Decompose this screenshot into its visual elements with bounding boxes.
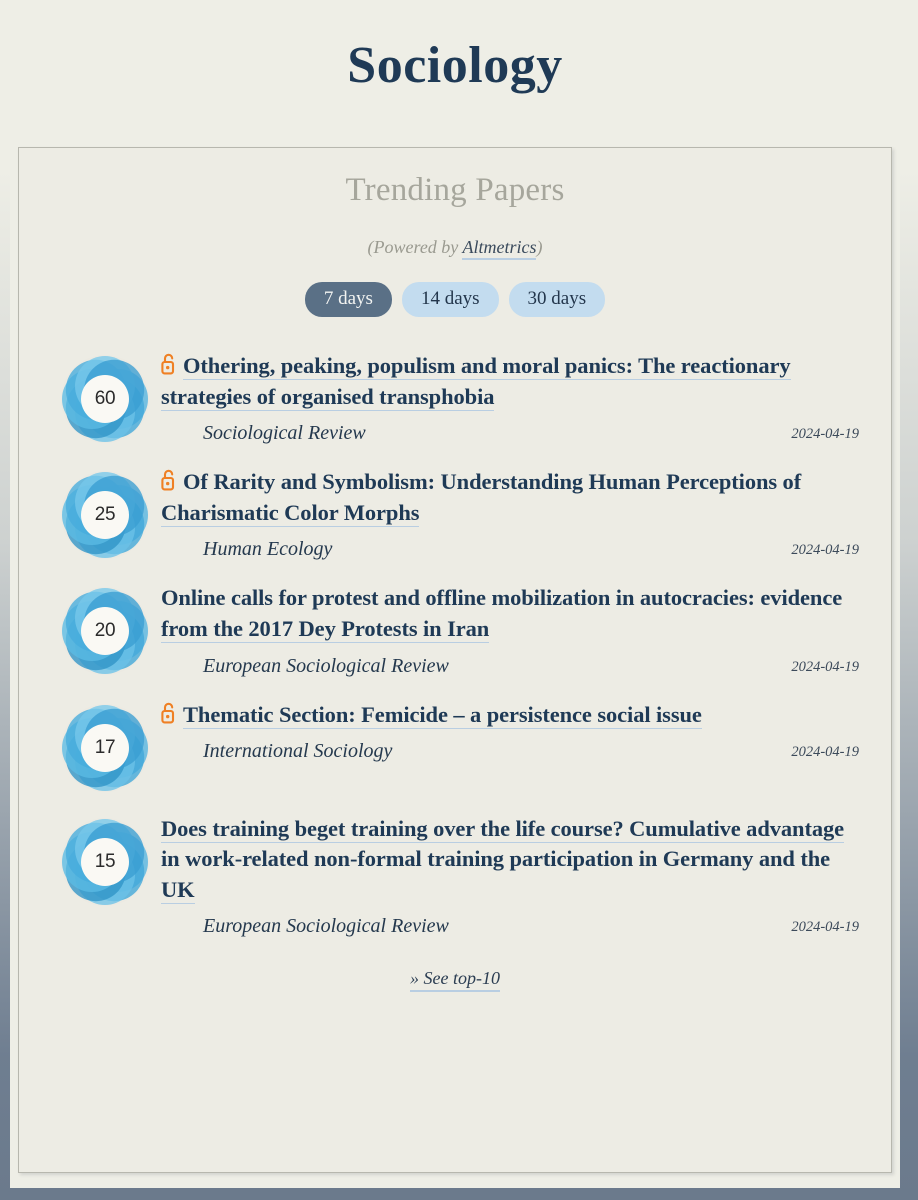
card-footer: » See top-10 (19, 968, 891, 993)
paper-row: 20 Online calls for protest and offline m… (49, 573, 869, 689)
paper-meta: European Sociological Review 2024-04-19 (161, 655, 865, 678)
altmetric-badge-wrapper: 17 (49, 700, 161, 792)
paper-title-link[interactable]: Online calls for protest and offline mob… (161, 585, 842, 643)
paper-meta: Sociological Review 2024-04-19 (161, 422, 865, 445)
altmetric-badge-wrapper: 25 (49, 467, 161, 560)
paper-content: Thematic Section: Femicide – a persisten… (161, 700, 869, 764)
altmetric-donut-badge[interactable]: 17 (61, 703, 149, 792)
paper-journal: European Sociological Review (203, 654, 449, 677)
open-lock-icon (161, 702, 175, 723)
paper-row: 15 Does training beget training over the … (49, 804, 869, 951)
paper-content: Othering, peaking, populism and moral pa… (161, 351, 869, 445)
paper-meta: International Sociology 2024-04-19 (161, 740, 865, 763)
paper-date: 2024-04-19 (791, 542, 859, 559)
papers-list: 60 Othering, peaking, populism and moral … (19, 341, 891, 950)
paper-date: 2024-04-19 (791, 426, 859, 443)
paper-date: 2024-04-19 (791, 744, 859, 761)
paper-title-link[interactable]: Othering, peaking, populism and moral pa… (161, 352, 791, 411)
paper-meta: European Sociological Review 2024-04-19 (161, 915, 865, 938)
paper-title-link[interactable]: Does training beget training over the li… (161, 815, 844, 904)
see-top-10-link[interactable]: » See top-10 (410, 968, 500, 993)
tab-7-days[interactable]: 7 days (304, 282, 392, 317)
altmetric-badge-wrapper: 20 (49, 583, 161, 676)
altmetric-badge-wrapper: 15 (49, 814, 161, 906)
paper-title-line: Thematic Section: Femicide – a persisten… (161, 700, 865, 731)
altmetric-score: 15 (81, 837, 129, 886)
paper-date: 2024-04-19 (791, 919, 859, 936)
paper-journal: International Sociology (203, 740, 393, 763)
tab-14-days[interactable]: 14 days (401, 282, 499, 317)
paper-meta: Human Ecology 2024-04-19 (161, 538, 865, 561)
paper-title-line: Of Rarity and Symbolism: Understanding H… (161, 467, 865, 528)
paper-date: 2024-04-19 (791, 658, 859, 675)
paper-title-link[interactable]: Of Rarity and Symbolism: Understanding H… (161, 469, 801, 527)
open-lock-icon (161, 469, 175, 491)
paper-title-link[interactable]: Thematic Section: Femicide – a persisten… (183, 701, 702, 729)
paper-title-line: Othering, peaking, populism and moral pa… (161, 351, 865, 412)
powered-by-suffix: ) (536, 237, 543, 257)
altmetrics-link[interactable]: Altmetrics (462, 237, 537, 260)
paper-content: Of Rarity and Symbolism: Understanding H… (161, 467, 869, 561)
paper-row: 25 Of Rarity and Symbolism: Understanding… (49, 457, 869, 573)
powered-by-line: (Powered by Altmetrics) (19, 209, 891, 260)
altmetric-badge-wrapper: 60 (49, 351, 161, 443)
time-range-tabs: 7 days 14 days 30 days (19, 282, 891, 317)
powered-by-prefix: (Powered by (367, 237, 463, 257)
paper-title-line: Online calls for protest and offline mob… (161, 583, 865, 644)
altmetric-donut-badge[interactable]: 20 (61, 587, 149, 676)
altmetric-score: 60 (81, 374, 129, 423)
altmetric-donut-badge[interactable]: 60 (61, 354, 149, 443)
altmetric-donut-badge[interactable]: 15 (61, 817, 149, 906)
paper-row: 60 Othering, peaking, populism and moral … (49, 341, 869, 457)
open-lock-icon (161, 353, 175, 375)
paper-title-line: Does training beget training over the li… (161, 814, 865, 906)
altmetric-score: 17 (81, 723, 129, 772)
paper-content: Does training beget training over the li… (161, 814, 869, 939)
paper-journal: Human Ecology (203, 538, 333, 561)
altmetric-score: 25 (81, 491, 129, 540)
tab-30-days[interactable]: 30 days (508, 282, 606, 317)
altmetric-donut-badge[interactable]: 25 (61, 471, 149, 560)
page-title: Sociology (347, 37, 563, 94)
paper-journal: European Sociological Review (203, 915, 449, 938)
page-frame: Sociology Trending Papers (Powered by Al… (0, 0, 918, 1200)
page-sheet: Sociology Trending Papers (Powered by Al… (10, 0, 900, 1188)
paper-row: 17 Thematic Section: Femicide – a persist… (49, 690, 869, 804)
card-heading: Trending Papers (345, 172, 565, 208)
paper-content: Online calls for protest and offline mob… (161, 583, 869, 677)
paper-journal: Sociological Review (203, 422, 366, 445)
altmetric-score: 20 (81, 607, 129, 656)
trending-papers-card: Trending Papers (Powered by Altmetrics) … (18, 147, 892, 1173)
